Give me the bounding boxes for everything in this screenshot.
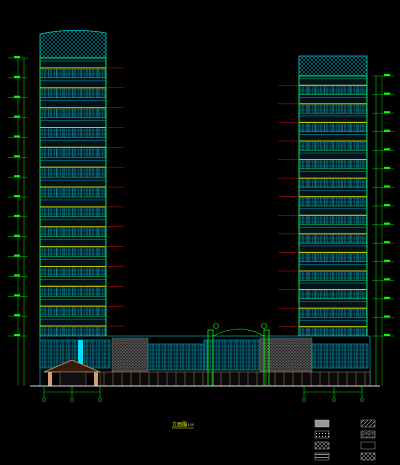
legend-swatch-3 <box>314 441 330 450</box>
cad-drawing-canvas: 立面图 1:100 <box>0 0 400 465</box>
stone-cladding-left <box>111 337 149 373</box>
right-tower-floor <box>298 131 368 151</box>
level-tag <box>14 95 20 98</box>
left-tower-floor <box>39 296 107 317</box>
legend-swatch-4 <box>314 452 330 461</box>
right-tower-floor <box>298 224 368 244</box>
level-tag <box>14 274 20 277</box>
level-tag <box>14 234 20 237</box>
level-tag <box>14 334 20 336</box>
legend-swatch-8 <box>360 452 376 461</box>
left-tower <box>39 29 107 337</box>
left-tower-floor <box>39 236 107 257</box>
level-tag <box>14 175 20 178</box>
middle-glazing <box>147 343 205 371</box>
storefront-band <box>99 371 371 387</box>
level-tag <box>384 241 390 244</box>
drawing-title: 立面图 1:100 <box>172 421 194 429</box>
level-tag <box>14 155 20 158</box>
legend-swatch-2 <box>314 430 330 439</box>
level-tag <box>384 111 390 114</box>
level-tag <box>384 166 390 169</box>
right-tower-crown <box>298 55 368 77</box>
left-tower-floor <box>39 176 107 198</box>
level-tag <box>14 214 20 217</box>
left-tower-floor <box>39 97 107 118</box>
right-tower-floor <box>298 261 368 281</box>
legend-swatch-1 <box>314 419 330 428</box>
level-tag <box>14 115 20 118</box>
legend-swatch-5 <box>360 419 376 428</box>
legend-swatch-6 <box>360 430 376 439</box>
level-tag <box>14 195 20 197</box>
level-tag <box>384 129 390 132</box>
level-tag <box>384 74 390 76</box>
right-tower-floor <box>298 150 368 170</box>
right-tower-floor <box>298 187 368 207</box>
level-tag <box>384 315 390 318</box>
right-tower-floor <box>298 112 368 132</box>
level-tag <box>14 75 20 78</box>
left-tower-floor <box>39 256 107 277</box>
left-tower-floor <box>39 315 107 337</box>
material-legend <box>314 419 376 461</box>
right-tower-floor <box>298 168 368 188</box>
left-tower-floor <box>39 77 107 98</box>
left-tower-floor <box>39 117 107 138</box>
level-tag <box>384 185 390 188</box>
right-tower-floor <box>298 280 368 300</box>
left-tower-floor <box>39 137 107 158</box>
level-tag <box>14 314 20 317</box>
level-tag <box>384 259 390 262</box>
level-tag <box>384 222 390 225</box>
level-tag <box>14 135 20 138</box>
level-tag <box>384 334 390 336</box>
left-tower-floor <box>39 157 107 178</box>
right-tower <box>298 55 368 337</box>
right-tower-floor <box>298 317 368 337</box>
level-tag <box>14 56 20 58</box>
title-scale: 1:100 <box>184 423 194 427</box>
right-tower-floor <box>298 75 368 95</box>
right-tower-floor <box>298 94 368 114</box>
level-tag <box>384 296 390 299</box>
right-tower-floor <box>298 242 368 262</box>
right-tower-floor <box>298 205 368 225</box>
level-tag <box>384 204 390 206</box>
level-tag <box>14 294 20 297</box>
left-tower-floor <box>39 57 107 79</box>
left-tower-crown <box>39 29 107 59</box>
legend-swatch-7 <box>360 441 376 450</box>
right-tower-floor <box>298 298 368 318</box>
left-tower-floor <box>39 216 107 237</box>
left-tower-floor <box>39 276 107 297</box>
level-tag <box>14 254 20 257</box>
left-tower-floor <box>39 196 107 218</box>
grid-axes <box>42 386 364 402</box>
level-tag <box>384 92 390 95</box>
elevation-drawing: 立面图 1:100 <box>8 29 394 461</box>
stone-cladding-right <box>259 337 313 373</box>
level-tag <box>384 278 390 281</box>
level-tag <box>384 148 390 151</box>
